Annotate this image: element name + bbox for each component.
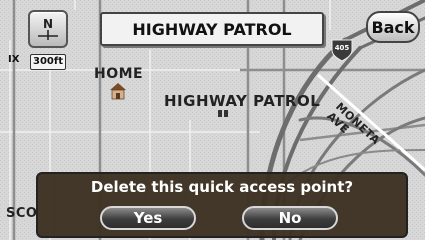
map-label-highway-patrol: HIGHWAY PATROL: [164, 92, 321, 110]
no-button[interactable]: No: [242, 206, 338, 230]
map-label-sco: SCO: [6, 206, 38, 221]
compass-north-label: N: [42, 17, 54, 31]
route-number: 405: [335, 44, 350, 52]
back-button[interactable]: Back: [366, 11, 420, 43]
map-label-home: HOME: [94, 66, 144, 82]
map-scale-button[interactable]: 300ft: [30, 54, 66, 70]
yes-button[interactable]: Yes: [100, 206, 196, 230]
destination-title: HIGHWAY PATROL: [132, 19, 292, 39]
compass-button[interactable]: N: [28, 10, 68, 48]
north-arrow-icon: [38, 30, 58, 40]
scale-left-label: IX: [8, 54, 20, 65]
dialog-message: Delete this quick access point?: [90, 178, 354, 196]
delete-confirm-dialog: Delete this quick access point? Yes No: [36, 172, 408, 238]
destination-title-bar: HIGHWAY PATROL: [100, 12, 324, 46]
